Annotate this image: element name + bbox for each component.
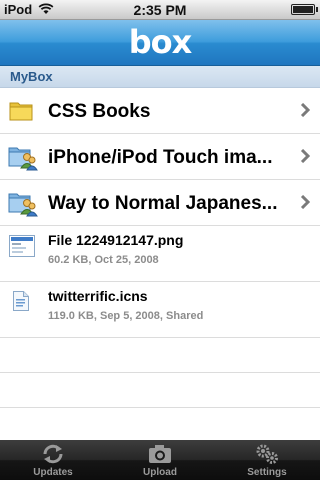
file-name: File 1224912147.png: [48, 232, 184, 248]
section-header-mybox: MyBox: [0, 66, 320, 88]
status-bar: iPod 2:35 PM: [0, 0, 320, 20]
shared-folder-icon: [8, 189, 38, 222]
tab-updates[interactable]: Updates: [0, 440, 106, 480]
folder-icon: [9, 99, 33, 126]
folder-row-way-to-normal[interactable]: Way to Normal Japanes...: [0, 180, 320, 226]
file-meta: 119.0 KB, Sep 5, 2008, Shared: [48, 310, 204, 322]
folder-row-css-books[interactable]: CSS Books: [0, 88, 320, 134]
tab-label: Settings: [247, 467, 287, 478]
tab-settings[interactable]: Settings: [214, 440, 320, 480]
chevron-right-icon: [300, 194, 311, 214]
file-list: CSS Books iPhone/iPod Touch ima... Way t…: [0, 88, 320, 443]
tab-upload[interactable]: Upload: [107, 440, 213, 480]
file-meta: 60.2 KB, Oct 25, 2008: [48, 254, 159, 266]
battery-tip: [316, 7, 318, 12]
folder-name: CSS Books: [48, 101, 151, 122]
empty-row: [0, 408, 320, 443]
tab-label: Updates: [33, 467, 73, 478]
file-row-icns[interactable]: twitterrific.icns 119.0 KB, Sep 5, 2008,…: [0, 282, 320, 338]
shared-folder-icon: [8, 143, 38, 176]
folder-row-iphone-ipod[interactable]: iPhone/iPod Touch ima...: [0, 134, 320, 180]
navigation-bar: box: [0, 20, 320, 66]
file-name: twitterrific.icns: [48, 288, 148, 304]
chevron-right-icon: [300, 102, 311, 122]
folder-name: iPhone/iPod Touch ima...: [48, 147, 273, 168]
chevron-right-icon: [300, 148, 311, 168]
battery-icon: [291, 4, 315, 15]
camera-icon: [148, 443, 172, 470]
empty-row: [0, 338, 320, 373]
tab-bar: Updates Upload Settings: [0, 440, 320, 480]
document-file-icon: [13, 291, 29, 316]
empty-row: [0, 373, 320, 408]
clock: 2:35 PM: [133, 2, 187, 18]
gears-icon: [255, 443, 279, 470]
refresh-icon: [41, 443, 65, 470]
image-file-icon: [9, 235, 35, 262]
tab-label: Upload: [143, 467, 177, 478]
folder-name: Way to Normal Japanes...: [48, 193, 278, 214]
box-logo: box: [128, 23, 193, 61]
file-row-png[interactable]: File 1224912147.png 60.2 KB, Oct 25, 200…: [0, 226, 320, 282]
